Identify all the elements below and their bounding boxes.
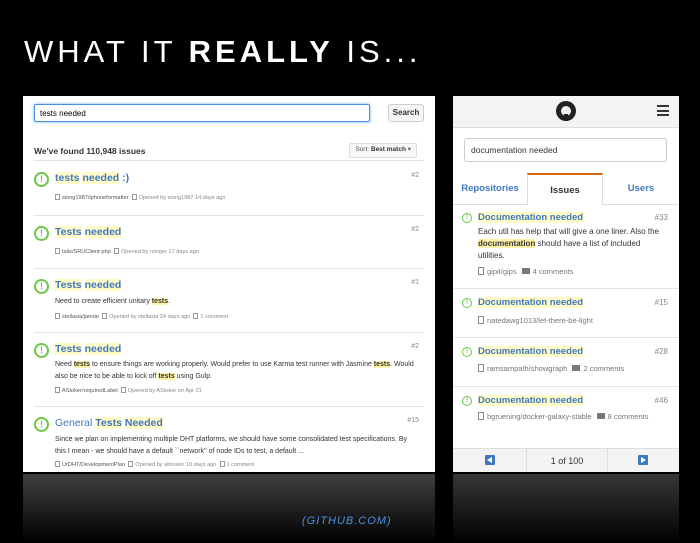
sort-button[interactable]: Sort: Best match ▾	[349, 143, 417, 158]
issue-title[interactable]: Tests needed	[55, 279, 122, 291]
repo-icon	[55, 194, 60, 200]
pagination: 1 of 100	[453, 448, 679, 472]
repo-icon	[478, 267, 484, 275]
issue-title[interactable]: General Tests Needed	[55, 417, 163, 429]
search-input[interactable]	[34, 104, 370, 122]
issue-title[interactable]: Tests needed	[55, 226, 122, 238]
desktop-search-results: Search We've found 110,948 issues Sort: …	[23, 96, 435, 472]
divider	[34, 332, 424, 333]
issue-item: ! Tests needed #1 Need to create efficie…	[34, 279, 424, 329]
tab-issues[interactable]: Issues	[527, 173, 603, 205]
issue-meta: AStoker/requiredLabel Opened by AStoker …	[55, 387, 416, 394]
search-bar: Search	[34, 104, 424, 124]
person-icon	[113, 248, 119, 254]
result-tabs: Repositories Issues Users	[453, 173, 679, 205]
issue-body: Need tests to ensure things are working …	[55, 361, 414, 380]
repo-icon	[55, 461, 60, 467]
person-icon	[102, 313, 108, 319]
issue-title[interactable]: tests needed :)	[55, 172, 129, 184]
tab-repositories[interactable]: Repositories	[453, 173, 527, 204]
issue-title[interactable]: Tests needed	[55, 343, 122, 355]
issue-meta: gipit/gips 4 comments	[478, 266, 665, 277]
slide-title: WHAT IT REALLY IS...	[24, 34, 422, 69]
issue-item: ! Tests needed #2 talis/SRUClient-php Op…	[34, 226, 424, 266]
issue-item: ! General Tests Needed #15 Since we plan…	[34, 417, 424, 472]
issue-opened-icon: !	[34, 172, 49, 187]
repo-icon	[478, 316, 484, 324]
source-credit: (GITHUB.COM)	[302, 515, 392, 527]
issue-opened-icon: !	[34, 226, 49, 241]
comment-icon	[572, 365, 581, 371]
results-count: We've found 110,948 issues	[34, 146, 146, 156]
issue-opened-icon: !	[462, 298, 472, 308]
issue-meta: stellasia/janote Opened by stellasia 24 …	[55, 313, 416, 320]
issue-opened-icon: !	[462, 396, 472, 406]
person-icon	[120, 387, 126, 393]
list-item: ! Documentation needed #33 Each util has…	[453, 212, 679, 289]
issue-number: #1	[411, 279, 419, 286]
issue-meta: UrDHT/DevelopmentPlan Opened by abrosen …	[55, 461, 416, 468]
issue-item: ! Tests needed #2 Need tests to ensure t…	[34, 343, 424, 403]
issue-body: Need to create efficient unitary tests.	[55, 298, 171, 305]
repo-icon	[55, 387, 60, 393]
mobile-header	[453, 96, 679, 128]
repo-icon	[55, 248, 60, 254]
issue-number: #2	[411, 343, 419, 350]
comment-icon	[193, 313, 199, 319]
repo-icon	[478, 412, 484, 420]
repo-icon	[478, 364, 484, 372]
divider	[34, 160, 424, 161]
issue-item: ! tests needed :) #2 siong1987/iphonefor…	[34, 172, 424, 212]
issue-opened-icon: !	[462, 347, 472, 357]
issue-opened-icon: !	[34, 417, 49, 432]
next-page-icon[interactable]	[638, 455, 648, 465]
github-logo-icon[interactable]	[556, 101, 576, 121]
issue-number: #28	[654, 347, 668, 356]
issue-meta: natedawg1013/let-there-be-light	[478, 315, 665, 326]
person-icon	[131, 194, 137, 200]
reflection	[23, 474, 435, 543]
person-icon	[128, 461, 134, 467]
issue-title[interactable]: Documentation needed	[478, 395, 584, 406]
search-button[interactable]: Search	[388, 104, 424, 122]
issue-body: Each util has help that will give a one …	[478, 227, 659, 260]
list-item: ! Documentation needed #28 ramsampath/sh…	[453, 346, 679, 387]
issue-title[interactable]: Documentation needed	[478, 212, 584, 223]
results-header: We've found 110,948 issues Sort: Best ma…	[34, 141, 424, 158]
issue-meta: talis/SRUClient-php Opened by rsinger 17…	[55, 248, 416, 255]
repo-icon	[55, 313, 60, 319]
issue-opened-icon: !	[462, 213, 472, 223]
divider	[34, 268, 424, 269]
issue-title[interactable]: Documentation needed	[478, 297, 584, 308]
page-indicator: 1 of 100	[526, 449, 608, 472]
issue-number: #2	[411, 172, 419, 179]
issue-body: Since we plan on implementing multiple D…	[55, 436, 407, 455]
tab-users[interactable]: Users	[603, 173, 679, 204]
list-item: ! Documentation needed #46 bgruening/doc…	[453, 395, 679, 447]
issue-meta: siong1987/iphoneformatter Opened by sion…	[55, 194, 416, 201]
issue-meta: bgruening/docker-galaxy-stable 8 comments	[478, 411, 665, 422]
reflection	[453, 474, 679, 543]
list-item: ! Documentation needed #15 natedawg1013/…	[453, 297, 679, 338]
issue-number: #33	[654, 213, 668, 222]
issue-title[interactable]: Documentation needed	[478, 346, 584, 357]
comment-icon	[521, 268, 530, 274]
issue-number: #15	[407, 417, 419, 424]
previous-page-icon[interactable]	[485, 455, 495, 465]
hamburger-menu-icon[interactable]	[657, 105, 669, 116]
comment-icon	[219, 461, 225, 467]
issue-meta: ramsampath/showgraph 2 comments	[478, 363, 665, 374]
issue-number: #2	[411, 226, 419, 233]
divider	[34, 406, 424, 407]
divider	[34, 215, 424, 216]
comment-icon	[596, 413, 605, 419]
issue-opened-icon: !	[34, 279, 49, 294]
issue-number: #15	[654, 298, 668, 307]
mobile-search-input[interactable]	[464, 138, 667, 162]
issue-opened-icon: !	[34, 343, 49, 358]
issue-number: #46	[654, 396, 668, 405]
mobile-search-results: Repositories Issues Users ! Documentatio…	[453, 96, 679, 472]
